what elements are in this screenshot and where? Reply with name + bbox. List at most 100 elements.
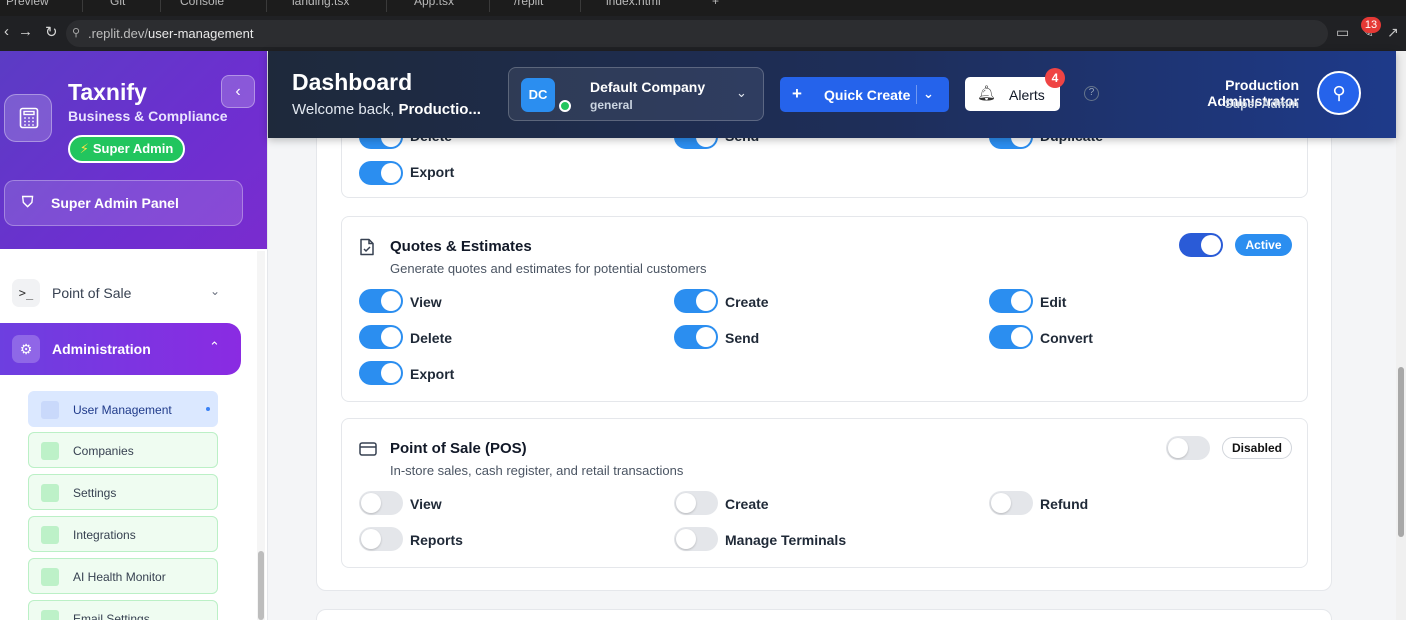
permission-toggle[interactable]: [989, 491, 1033, 515]
permission-label: Send: [725, 330, 760, 346]
help-icon[interactable]: ?: [1084, 86, 1099, 101]
alerts-button[interactable]: 🔔︎ Alerts 4: [965, 68, 1065, 111]
browser-tab[interactable]: Git: [110, 0, 125, 8]
browser-tab[interactable]: /replit: [514, 0, 543, 8]
permission-label: Edit: [1040, 294, 1067, 310]
module-enable-toggle[interactable]: [1166, 436, 1210, 460]
permission-label: Create: [725, 294, 769, 310]
permission-toggle[interactable]: [359, 361, 403, 385]
permission-toggle[interactable]: [989, 325, 1033, 349]
permission-label: Delete: [410, 330, 453, 346]
tab-separator: [489, 0, 490, 12]
sidebar-subitem-user-management[interactable]: User Management: [28, 391, 218, 427]
super-admin-badge: ⚡ Super Admin: [68, 135, 185, 163]
user-icon: ⚲: [1332, 83, 1346, 103]
permission-toggle[interactable]: [674, 325, 718, 349]
browser-tab[interactable]: landing.tsx: [292, 0, 349, 8]
shield-icon: ⛉: [22, 194, 34, 211]
sidebar-subitem-companies[interactable]: Companies: [28, 432, 218, 468]
settings-icon: [41, 484, 59, 502]
brand-subtitle: Business & Compliance: [68, 108, 228, 124]
back-icon[interactable]: ‹: [4, 23, 9, 40]
user-role: Super Admin: [1224, 97, 1299, 111]
permission-toggle[interactable]: [674, 289, 718, 313]
tab-separator: [266, 0, 267, 12]
permission-label: Convert: [1040, 330, 1093, 346]
url-host: .replit.dev/: [88, 26, 148, 41]
alerts-label: Alerts: [1009, 87, 1045, 103]
company-avatar: DC: [521, 78, 555, 112]
open-external-icon[interactable]: ↗: [1387, 24, 1399, 41]
forward-icon[interactable]: →: [18, 23, 33, 40]
sidebar-subitem-label: User Management: [73, 403, 172, 417]
top-header: Dashboard Welcome back, Productio... DC …: [268, 51, 1396, 138]
credit-card-icon: [359, 442, 377, 456]
quick-create-label: Quick Create: [824, 87, 911, 103]
online-status-dot: [559, 100, 571, 112]
sidebar-subitem-integrations[interactable]: Integrations: [28, 516, 218, 552]
status-badge: Disabled: [1222, 437, 1292, 459]
module-description: Generate quotes and estimates for potent…: [390, 261, 707, 276]
permission-toggle[interactable]: [989, 289, 1033, 313]
sidebar-subitem-label: Integrations: [73, 528, 136, 542]
sidebar-header: Taxnify Business & Compliance ⚡ Super Adm…: [0, 51, 267, 249]
status-badge: Active: [1235, 234, 1292, 256]
chevron-down-icon[interactable]: ⌄: [923, 86, 934, 102]
scrollbar-thumb[interactable]: [1398, 367, 1404, 537]
permission-toggle[interactable]: [359, 527, 403, 551]
company-category: general: [590, 98, 633, 112]
brand-name: Taxnify: [68, 79, 147, 105]
module-card-point-of-sale: Point of Sale (POS) In-store sales, cash…: [341, 418, 1308, 568]
terminal-icon: >_: [12, 279, 40, 307]
browser-tab[interactable]: App.tsx: [414, 0, 454, 8]
permission-toggle[interactable]: [359, 289, 403, 313]
file-check-icon: [360, 238, 374, 256]
plus-icon: +: [792, 84, 802, 103]
permission-toggle[interactable]: [359, 161, 403, 185]
company-switcher[interactable]: DC Default Company general ⌄: [508, 67, 764, 121]
button-divider: [916, 85, 917, 104]
quick-create-button[interactable]: + Quick Create ⌄: [780, 77, 949, 112]
scrollbar-thumb[interactable]: [258, 551, 264, 620]
new-tab-icon[interactable]: +: [712, 0, 719, 8]
browser-tab[interactable]: Console: [180, 0, 224, 8]
browser-tab-strip: Preview Git Console landing.tsx App.tsx …: [0, 0, 1406, 16]
super-admin-panel-button[interactable]: ⛉ Super Admin Panel: [4, 180, 243, 226]
sidebar-item-point-of-sale[interactable]: >_ Point of Sale ⌄: [0, 275, 240, 311]
permission-toggle[interactable]: [359, 491, 403, 515]
permission-toggle[interactable]: [674, 491, 718, 515]
calculator-logo-icon: [4, 94, 52, 142]
active-indicator: [206, 407, 210, 411]
permission-label: Export: [410, 366, 455, 382]
url-field[interactable]: ⚲ .replit.dev/user-management: [66, 20, 1328, 47]
sidebar-subitem-settings[interactable]: Settings: [28, 474, 218, 510]
tab-separator: [580, 0, 581, 12]
sidebar-subitem-ai-health-monitor[interactable]: AI Health Monitor: [28, 558, 218, 594]
permission-label: Reports: [410, 532, 463, 548]
browser-tab[interactable]: index.html: [606, 0, 661, 8]
browser-tab[interactable]: Preview: [6, 0, 49, 8]
next-card: [316, 609, 1332, 620]
chevron-down-icon: ⌄: [210, 284, 221, 298]
main-scrollbar[interactable]: [1396, 51, 1406, 620]
permission-label: Manage Terminals: [725, 532, 847, 548]
permission-label: Refund: [1040, 496, 1089, 512]
tab-separator: [386, 0, 387, 12]
sidebar-subitem-label: Companies: [73, 444, 134, 458]
site-info-icon[interactable]: ⚲: [72, 20, 80, 47]
sidebar-subitem-email-settings[interactable]: Email Settings: [28, 600, 218, 620]
permission-label: View: [410, 294, 442, 310]
super-admin-badge-label: Super Admin: [92, 141, 174, 156]
permission-toggle[interactable]: [359, 325, 403, 349]
chevron-down-icon: ⌄: [736, 85, 747, 100]
sidebar-scrollbar[interactable]: [257, 251, 265, 620]
email-icon: [41, 610, 59, 620]
reload-icon[interactable]: ↻: [45, 23, 58, 41]
sidebar-item-administration[interactable]: ⚙ Administration ⌃: [0, 323, 241, 375]
permission-toggle[interactable]: [674, 527, 718, 551]
devices-icon[interactable]: ▭: [1336, 24, 1349, 41]
user-avatar[interactable]: ⚲: [1317, 71, 1361, 115]
extension-badge: 13: [1361, 17, 1381, 33]
module-enable-toggle[interactable]: [1179, 233, 1223, 257]
collapse-sidebar-button[interactable]: ‹: [221, 75, 255, 108]
